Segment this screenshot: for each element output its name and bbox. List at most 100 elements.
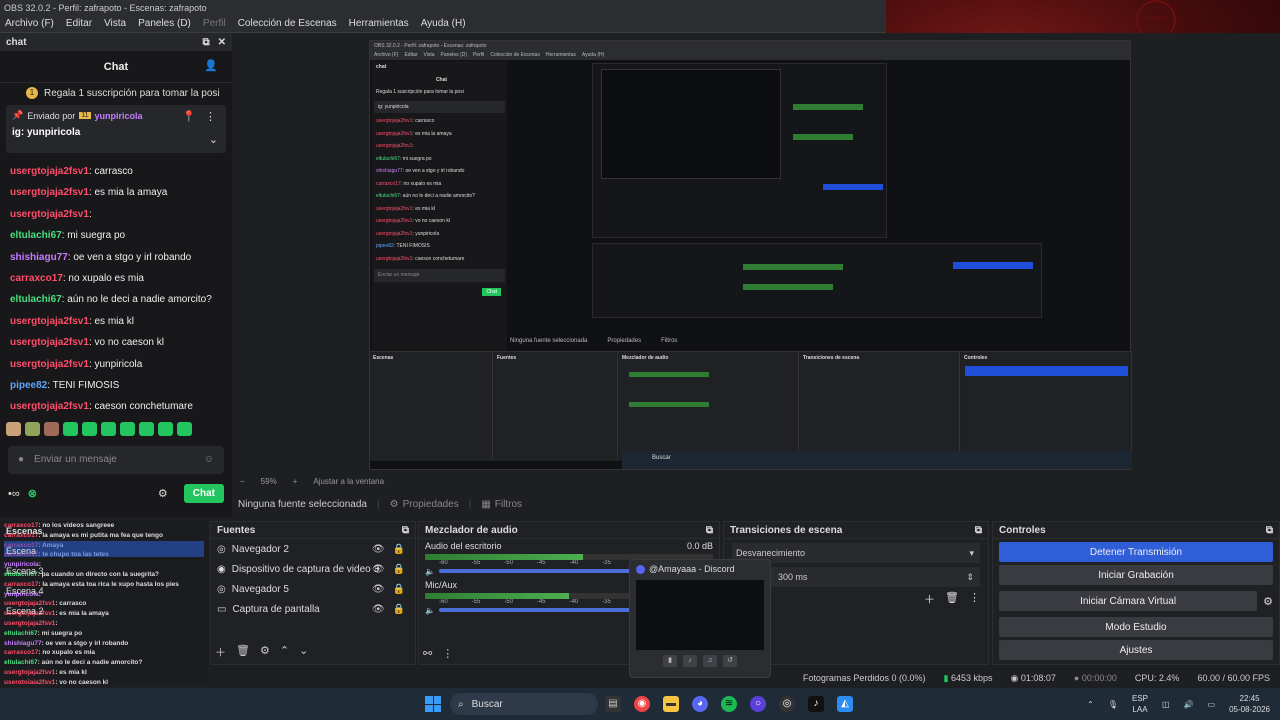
menu-item[interactable]: Perfil [203,16,226,32]
start-recording-button[interactable]: Iniciar Grabación [999,565,1273,585]
dock-float-icon[interactable]: ⧉ [402,525,409,536]
dock-float-icon[interactable]: ⧉ [975,525,982,536]
source-item[interactable]: ▭ Captura de pantalla 👁 🔒 [211,599,415,619]
filters-button[interactable]: ▦ Filtros [481,499,522,510]
chat-username[interactable]: usergtojaja2fsv1 [10,316,89,327]
source-item[interactable]: ◉ Dispositivo de captura de video 3 👁 🔒 [211,559,415,579]
chat-message[interactable]: eltulachi67: mi suegra po [10,225,222,246]
chat-username[interactable]: usergtojaja2fsv1 [10,209,89,220]
source-item[interactable]: ◎ Navegador 2 👁 🔒 [211,539,415,559]
file-explorer-icon[interactable]: ▬ [663,696,679,712]
lock-icon[interactable]: 🔒 [393,584,405,595]
chat-message[interactable]: usergtojaja2fsv1: vo no caeson kl [10,332,222,353]
chat-username[interactable]: usergtojaja2fsv1 [10,359,89,370]
emote-icon[interactable] [82,421,97,436]
chat-username[interactable]: usergtojaja2fsv1 [10,187,89,198]
chat-username[interactable]: pipee82 [10,380,47,391]
speaker-icon[interactable]: 🔈 [425,606,435,615]
move-down-icon[interactable]: ⌄ [299,644,308,660]
speaker-icon[interactable]: 🔈 [425,567,435,576]
chat-message[interactable]: shishiagu77: oe ven a stgo y irl robando [10,247,222,268]
spotify-icon[interactable]: ≋ [721,696,737,712]
points-icon[interactable]: •∞ [8,488,20,500]
lock-icon[interactable]: 🔒 [393,544,405,555]
properties-button[interactable]: ⚙ Propiedades [390,499,459,510]
unpin-icon[interactable]: 📍 [182,110,196,123]
app-icon[interactable]: ○ [750,696,766,712]
scene-item[interactable]: Escena 4 [6,581,66,601]
clock[interactable]: 22:45 05-08-2026 [1229,693,1270,715]
stepper-icon[interactable]: ⇕ [966,572,974,583]
more-options-icon[interactable]: ⋮ [205,110,216,123]
emote-icon[interactable] [6,421,21,436]
mic-icon[interactable]: ♪ [683,655,697,667]
mic-tray-icon[interactable]: 🎙 [1108,700,1118,709]
taskbar-search[interactable]: ⌕ Buscar [450,693,598,715]
dock-float-icon[interactable]: ⧉ [706,525,713,536]
chat-message[interactable]: usergtojaja2fsv1: es mia la amaya [10,182,222,203]
scene-item[interactable]: Escena [6,541,66,561]
task-view-icon[interactable]: ▤ [605,696,621,712]
scene-item[interactable]: Escena 2 [6,601,66,621]
discord-taskbar-icon[interactable]: ◕ [692,696,708,712]
chevron-down-icon[interactable]: ⌄ [209,133,218,146]
language-indicator[interactable]: ESP LAA [1132,693,1148,715]
headphones-icon[interactable]: ♫ [703,655,717,667]
chat-username[interactable]: eltulachi67 [10,294,62,305]
start-virtual-camera-button[interactable]: Iniciar Cámara Virtual [999,591,1258,611]
settings-gear-icon[interactable]: ⚙ [158,487,168,500]
app-blue-icon[interactable]: ◭ [837,696,853,712]
send-chat-button[interactable]: Chat [183,484,224,504]
emote-icon[interactable] [158,421,173,436]
chat-username[interactable]: carraxco17 [10,273,63,284]
move-up-icon[interactable]: ⌃ [280,644,289,660]
menu-item[interactable]: Colección de Escenas [238,16,337,32]
scene-item[interactable]: Escena 3 [6,561,66,581]
pinned-user[interactable]: yunpiricola [95,111,143,121]
users-icon[interactable]: 👤 [204,59,218,72]
chat-message[interactable]: carraxco17: no xupalo es mia [10,268,222,289]
emoji-toggle-icon[interactable]: ● [18,454,24,465]
visibility-eye-icon[interactable]: 👁 [372,604,385,615]
stop-streaming-button[interactable]: Detener Transmisión [999,542,1273,562]
virtual-camera-settings-icon[interactable]: ⚙ [1263,595,1273,608]
chat-message[interactable]: usergtojaja2fsv1: [10,204,222,225]
menu-item[interactable]: Vista [104,16,126,32]
settings-button[interactable]: Ajustes [999,640,1273,660]
lock-icon[interactable]: 🔒 [393,604,405,615]
chat-message[interactable]: usergtojaja2fsv1: carrasco [10,161,222,182]
emote-icon[interactable] [120,421,135,436]
emote-icon[interactable] [139,421,154,436]
chat-username[interactable]: shishiagu77 [10,252,68,263]
chat-message[interactable]: eltulachi67: aún no le deci a nadie amor… [10,289,222,310]
menu-item[interactable]: Herramientas [349,16,409,32]
tray-chevron-icon[interactable]: ⌃ [1087,700,1094,709]
pinned-message[interactable]: 📌 Enviado por 11 yunpiricola ig: yunpiri… [6,105,226,153]
chat-username[interactable]: eltulachi67 [10,230,62,241]
visibility-eye-icon[interactable]: 👁 [372,564,385,575]
emote-icon[interactable] [44,421,59,436]
add-icon[interactable]: ＋ [924,591,935,607]
emote-icon[interactable] [25,421,40,436]
float-icon[interactable]: ⧉ [202,37,209,48]
menu-item[interactable]: Archivo (F) [5,16,54,32]
volume-icon[interactable]: 🔊 [1184,700,1194,709]
battery-icon[interactable]: ▭ [1208,700,1216,709]
smile-icon[interactable]: ☺ [204,454,214,465]
fit-window-button[interactable]: Ajustar a la ventana [313,477,384,486]
source-item[interactable]: ◎ Navegador 5 👁 🔒 [211,579,415,599]
chat-message[interactable]: pipee82: TENI FIMOSIS [10,375,222,396]
discord-popup[interactable]: @Amayaaa - Discord ▮ ♪ ♫ ↺ [629,559,771,678]
zoom-out-icon[interactable]: − [240,477,245,486]
more-options-icon[interactable]: ⋮ [442,647,453,660]
chrome-icon[interactable]: ◉ [634,696,650,712]
chat-username[interactable]: usergtojaja2fsv1 [10,337,89,348]
visibility-eye-icon[interactable]: 👁 [372,544,385,555]
menu-item[interactable]: Paneles (D) [138,16,191,32]
studio-mode-button[interactable]: Modo Estudio [999,617,1273,637]
chat-message[interactable]: usergtojaja2fsv1: caeson conchetumare [10,396,222,417]
zoom-in-icon[interactable]: + [293,477,298,486]
hangup-icon[interactable]: ↺ [723,655,737,667]
chat-message[interactable]: usergtojaja2fsv1: yunpiricola [10,354,222,375]
sub-gift-banner[interactable]: 1 Regala 1 suscripción para tomar la pos… [0,83,232,103]
